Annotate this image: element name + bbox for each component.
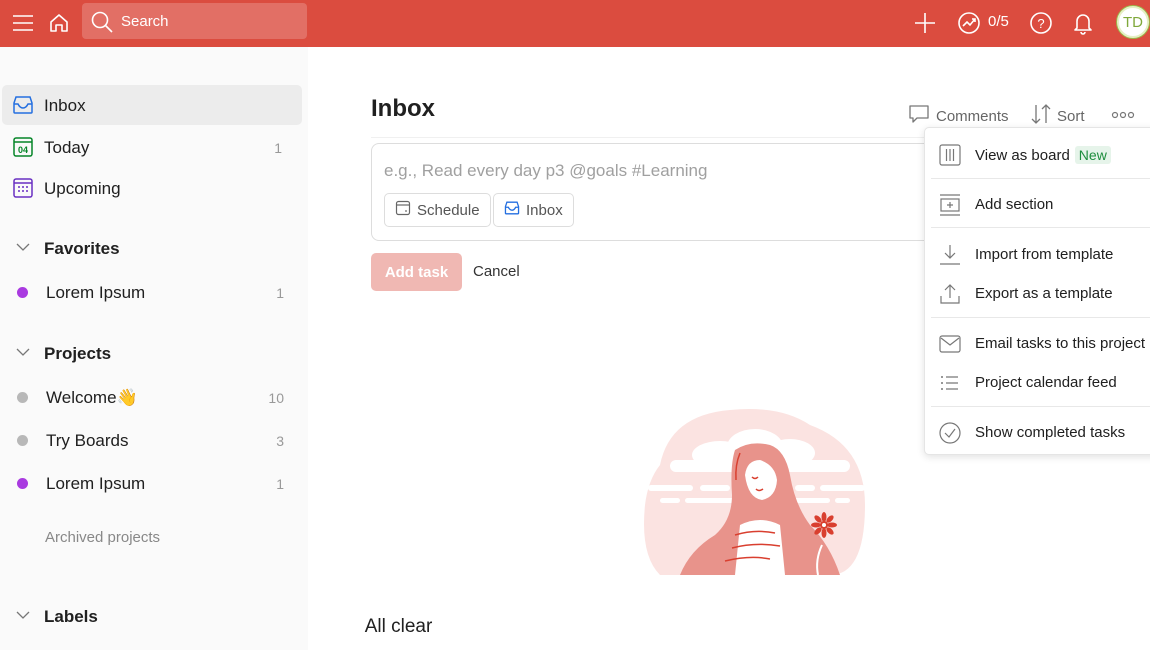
calendar-today-icon: 04	[12, 136, 34, 158]
projects-section-header[interactable]: Projects	[0, 338, 300, 368]
task-count: 1	[276, 285, 284, 301]
task-count: 10	[268, 390, 284, 406]
empty-state-text-wrap: All clear	[0, 616, 1150, 638]
menu-divider	[931, 317, 1150, 318]
menu-item-view-as-board[interactable]: View as board New	[925, 134, 1150, 174]
sidebar-item-label: Upcoming	[44, 179, 121, 198]
export-icon	[938, 282, 962, 306]
top-bar: Search 0/5 ? TD	[0, 0, 1150, 47]
inbox-icon	[504, 200, 520, 220]
chevron-down-icon[interactable]	[15, 239, 31, 260]
sidebar-item-label: Today	[44, 138, 90, 157]
menu-item-export-template[interactable]: Export as a template	[925, 273, 1150, 313]
karma-icon[interactable]	[954, 8, 984, 38]
karma-progress[interactable]: 0/5	[988, 13, 1009, 30]
sidebar-item-inbox[interactable]: Inbox	[2, 85, 302, 125]
menu-divider	[931, 178, 1150, 179]
cancel-button[interactable]: Cancel	[473, 263, 520, 280]
sidebar-item-today[interactable]: 04 Today 1	[2, 127, 302, 167]
svg-text:04: 04	[18, 145, 28, 155]
menu-item-email-tasks[interactable]: Email tasks to this project	[925, 323, 1150, 363]
project-label: Try Boards	[46, 431, 129, 450]
inbox-icon	[12, 94, 34, 116]
project-color-dot	[17, 392, 28, 403]
search-icon	[90, 10, 114, 39]
menu-item-show-completed[interactable]: Show completed tasks	[925, 412, 1150, 452]
task-name-input[interactable]: e.g., Read every day p3 @goals #Learning	[384, 161, 707, 181]
task-editor[interactable]: e.g., Read every day p3 @goals #Learning…	[371, 143, 991, 241]
menu-item-calendar-feed[interactable]: Project calendar feed	[925, 362, 1150, 402]
divider	[371, 137, 931, 138]
project-item-try-boards[interactable]: Try Boards 3	[2, 422, 302, 458]
search-placeholder: Search	[121, 13, 169, 30]
new-badge: New	[1074, 146, 1111, 164]
sidebar-item-upcoming[interactable]: Upcoming	[2, 168, 302, 208]
import-icon	[938, 243, 962, 267]
waving-hand-emoji: 👋	[116, 388, 138, 407]
svg-text:?: ?	[1037, 16, 1044, 31]
menu-item-label: Email tasks to this project	[975, 335, 1146, 352]
section-title: Favorites	[44, 239, 120, 258]
empty-state-text: All clear	[364, 616, 433, 637]
sidebar: Inbox 04 Today 1 Upcoming Favorites Lore…	[0, 47, 308, 650]
calendar-icon	[395, 200, 411, 220]
project-label: Welcome👋	[46, 388, 138, 407]
more-options-button[interactable]	[1111, 107, 1135, 124]
project-label: Inbox	[526, 201, 563, 219]
project-color-dot	[17, 287, 28, 298]
project-picker-button[interactable]: Inbox	[493, 193, 574, 227]
sort-icon	[1031, 103, 1051, 129]
project-options-menu: View as board New Add section Import from…	[924, 127, 1150, 455]
check-circle-icon	[938, 421, 962, 445]
project-color-dot	[17, 435, 28, 446]
add-task-button[interactable]: Add task	[371, 253, 462, 291]
search-input[interactable]: Search	[82, 3, 307, 39]
plus-icon[interactable]	[910, 8, 940, 38]
favorites-section-header[interactable]: Favorites	[0, 233, 300, 263]
project-item-lorem-ipsum[interactable]: Lorem Ipsum 1	[2, 465, 302, 501]
comment-icon	[908, 103, 930, 129]
page-title: Inbox	[371, 95, 435, 122]
task-count: 3	[276, 433, 284, 449]
email-icon	[938, 332, 962, 356]
menu-item-add-section[interactable]: Add section	[925, 184, 1150, 224]
menu-divider	[931, 227, 1150, 228]
home-icon[interactable]	[44, 8, 74, 38]
add-section-icon	[938, 193, 962, 217]
schedule-button[interactable]: Schedule	[384, 193, 491, 227]
menu-icon[interactable]	[8, 8, 38, 38]
project-color-dot	[17, 478, 28, 489]
comments-button[interactable]: Comments	[908, 103, 1009, 129]
section-title: Projects	[44, 344, 112, 363]
task-count: 1	[274, 140, 282, 156]
menu-item-import-template[interactable]: Import from template	[925, 234, 1150, 274]
sidebar-item-label: Inbox	[44, 96, 86, 115]
bell-icon[interactable]	[1068, 8, 1098, 38]
menu-item-label: View as board New	[975, 146, 1111, 164]
menu-item-label: Show completed tasks	[975, 424, 1126, 441]
menu-item-label: Import from template	[975, 246, 1114, 263]
chevron-down-icon[interactable]	[15, 344, 31, 365]
favorite-item[interactable]: Lorem Ipsum 1	[2, 274, 302, 310]
more-horizontal-icon	[1111, 107, 1135, 124]
project-label: Lorem Ipsum	[46, 474, 146, 493]
project-item-welcome[interactable]: Welcome👋 10	[2, 379, 302, 415]
menu-item-label: Add section	[975, 196, 1054, 213]
sort-button[interactable]: Sort	[1031, 103, 1085, 129]
schedule-label: Schedule	[417, 201, 480, 219]
project-label: Lorem Ipsum	[46, 283, 146, 302]
menu-divider	[931, 406, 1150, 407]
comments-label: Comments	[936, 107, 1009, 125]
menu-item-label: Project calendar feed	[975, 374, 1117, 391]
board-icon	[938, 143, 962, 167]
avatar[interactable]: TD	[1117, 6, 1149, 38]
empty-state-illustration	[640, 405, 870, 585]
list-icon	[938, 371, 962, 395]
help-icon[interactable]: ?	[1026, 8, 1056, 38]
calendar-upcoming-icon	[12, 177, 34, 199]
sort-label: Sort	[1057, 107, 1085, 125]
archived-projects-link[interactable]: Archived projects	[45, 529, 160, 546]
task-count: 1	[276, 476, 284, 492]
menu-item-label: Export as a template	[975, 285, 1113, 302]
